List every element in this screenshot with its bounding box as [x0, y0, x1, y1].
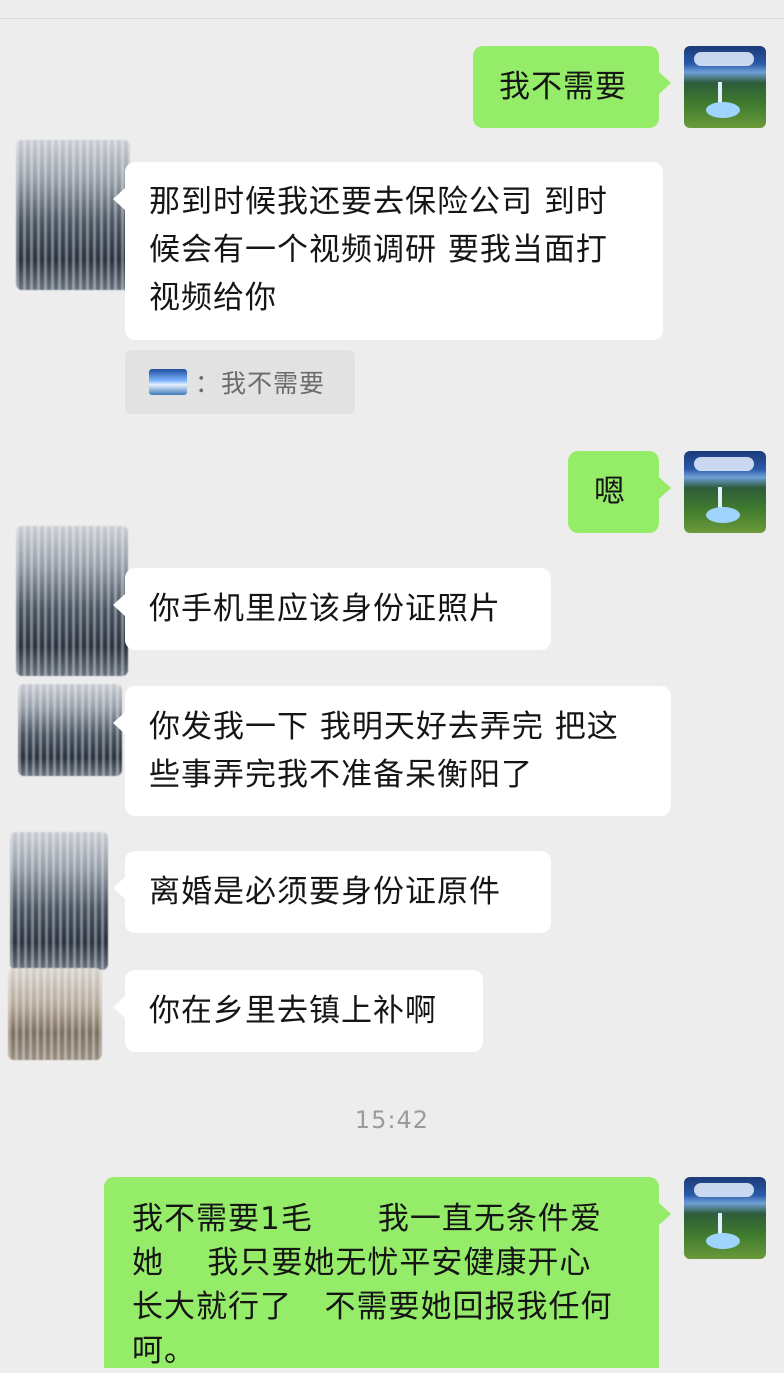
self-avatar[interactable]	[684, 1177, 766, 1259]
timestamp: 15:42	[354, 1106, 430, 1134]
message-bubble-sent[interactable]: 我不需要1毛 我一直无条件爱 她 我只要她无忧平安健康开心 长大就行了 不需要她…	[104, 1177, 671, 1369]
message-bubble-sent[interactable]: 我不需要	[473, 46, 671, 128]
quote-separator: ：	[195, 369, 222, 398]
message-bubble-received[interactable]: 你在乡里去镇上补啊	[113, 970, 483, 1052]
message-bubble-received[interactable]: 那到时候我还要去保险公司 到时 候会有一个视频调研 要我当面打 视频给你	[113, 162, 663, 340]
self-avatar[interactable]	[684, 46, 766, 128]
contact-avatar[interactable]	[10, 832, 108, 970]
message-bubble-received[interactable]: 你发我一下 我明天好去弄完 把这 些事弄完我不准备呆衡阳了	[113, 686, 671, 816]
contact-avatar[interactable]	[18, 684, 122, 776]
message-bubble-received[interactable]: 离婚是必须要身份证原件	[113, 851, 551, 933]
self-avatar[interactable]	[684, 451, 766, 533]
quote-text: 我不需要	[221, 369, 326, 398]
quote-avatar-icon	[149, 369, 187, 395]
contact-avatar[interactable]	[8, 968, 102, 1060]
message-bubble-received[interactable]: 你手机里应该身份证照片	[113, 568, 551, 650]
quoted-message[interactable]: ： 我不需要	[125, 350, 355, 414]
message-bubble-sent[interactable]: 嗯	[568, 451, 671, 533]
contact-avatar[interactable]	[16, 526, 128, 676]
top-divider	[0, 18, 784, 19]
contact-avatar[interactable]	[16, 140, 130, 290]
